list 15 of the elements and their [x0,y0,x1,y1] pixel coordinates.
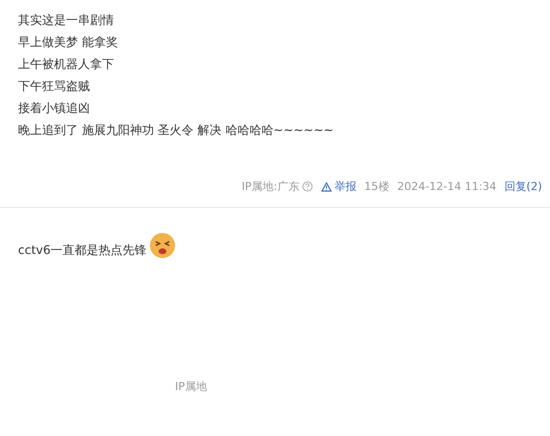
comment-text: 早上做美梦 能拿奖 [18,34,118,51]
comment-text: cctv6一直都是热点先锋 [18,242,147,259]
warning-icon [321,182,332,192]
comment-text: 晚上追到了 施展九阳神功 圣火令 解决 哈哈哈哈~~~~~~ [18,122,334,139]
comment-text: 接着小镇追凶 [18,100,90,117]
comment-text: 上午被机器人拿下 [18,56,114,73]
comment-text: 其实这是一串剧情 [18,12,114,29]
ip-location: IP属地:广东 [242,179,300,194]
help-icon [302,181,314,192]
reply-link[interactable]: 回复(2) [504,179,542,194]
floor-number: 15楼 [364,179,390,194]
comment-text: 下午狂骂盗贼 [18,78,90,95]
ip-location: IP属地 [175,379,207,394]
report-link[interactable]: 举报 [321,179,356,194]
timestamp: 2024-12-14 11:34 [397,180,496,193]
